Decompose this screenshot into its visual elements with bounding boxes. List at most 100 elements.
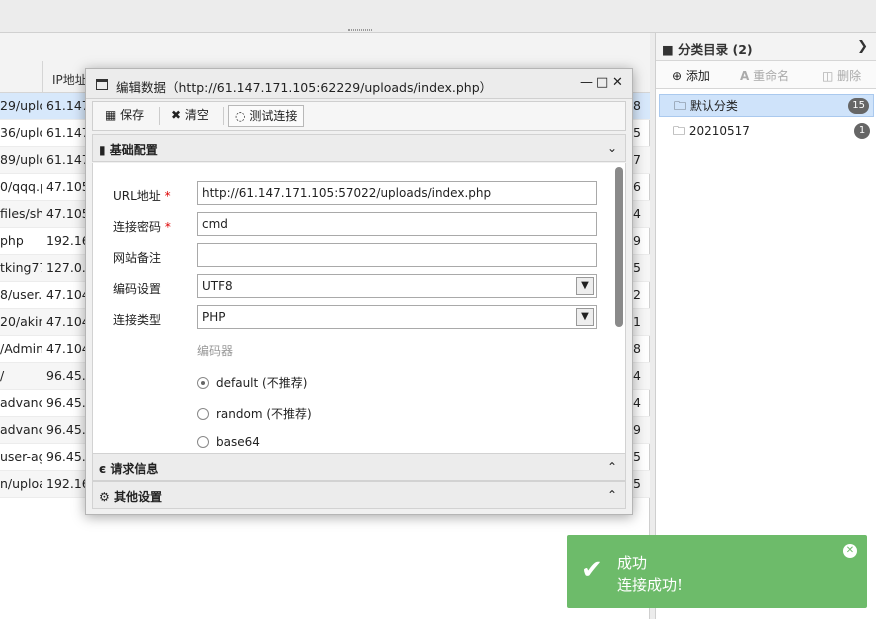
ip-cell: 96.45. bbox=[46, 395, 86, 410]
count-cell: 4 bbox=[633, 368, 641, 383]
window-icon bbox=[96, 79, 108, 90]
rename-label: 重命名 bbox=[753, 69, 790, 83]
folder-open-icon: 🗀 bbox=[674, 99, 687, 113]
column-divider[interactable] bbox=[42, 61, 43, 93]
url-cell: files/she bbox=[0, 206, 42, 221]
x-icon: ✖ bbox=[171, 108, 182, 122]
category-count-badge: 15 bbox=[848, 98, 869, 114]
maximize-icon[interactable]: □ bbox=[596, 75, 608, 90]
url-cell: advance bbox=[0, 395, 42, 410]
test-connection-button[interactable]: ◌ 测试连接 bbox=[228, 105, 305, 127]
count-cell: 9 bbox=[633, 422, 641, 437]
ip-cell: 96.45. bbox=[46, 449, 86, 464]
encoding-label: 编码设置 bbox=[113, 282, 162, 296]
encoder-option-random[interactable]: random (不推荐) bbox=[197, 405, 312, 422]
request-info-section-header[interactable]: є 请求信息 ⌃ bbox=[92, 453, 626, 481]
font-icon: A bbox=[740, 69, 750, 83]
url-cell: /Admini bbox=[0, 341, 42, 356]
add-label: 添加 bbox=[685, 69, 710, 83]
file-icon: ▮ bbox=[99, 143, 106, 157]
count-cell: 8 bbox=[633, 98, 641, 113]
collapse-arrow-icon[interactable]: ❯ bbox=[857, 39, 868, 54]
encoder-option-default[interactable]: default (不推荐) bbox=[197, 374, 307, 391]
basic-config-section-header[interactable]: ▮ 基础配置 ⌄ bbox=[92, 134, 626, 162]
category-header: ■ 分类目录 (2) ❯ bbox=[656, 33, 876, 61]
url-cell: 89/uplo bbox=[0, 152, 42, 167]
count-cell: 5 bbox=[633, 476, 641, 491]
encoder-option-label: random (不推荐) bbox=[216, 407, 312, 421]
encoder-option-label: default (不推荐) bbox=[216, 376, 308, 390]
save-button[interactable]: ▦ 保存 bbox=[99, 105, 150, 127]
radio-icon[interactable] bbox=[197, 408, 209, 420]
encoding-select[interactable]: UTF8 ▼ bbox=[197, 274, 597, 298]
other-settings-label: 其他设置 bbox=[113, 490, 162, 504]
url-cell: 20/akin bbox=[0, 314, 42, 329]
ip-cell: 96.45. bbox=[46, 368, 86, 383]
close-icon[interactable]: ✕ bbox=[612, 75, 623, 90]
spinner-icon: ◌ bbox=[235, 109, 246, 123]
success-toast: ✔ 成功 连接成功! ✕ bbox=[567, 535, 867, 608]
category-item-label: 默认分类 bbox=[689, 99, 738, 113]
minimize-icon[interactable]: — bbox=[580, 75, 593, 90]
checkmark-icon: ✔ bbox=[581, 555, 603, 585]
url-input[interactable]: http://61.147.171.105:57022/uploads/inde… bbox=[197, 181, 597, 205]
count-cell: 6 bbox=[633, 179, 641, 194]
connection-type-label: 连接类型 bbox=[113, 313, 162, 327]
connection-type-select[interactable]: PHP ▼ bbox=[197, 305, 597, 329]
count-cell: 9 bbox=[633, 233, 641, 248]
scrollbar-thumb[interactable] bbox=[615, 167, 623, 327]
password-input[interactable]: cmd bbox=[197, 212, 597, 236]
ie-icon: є bbox=[99, 462, 107, 476]
delete-category-button[interactable]: ◫ 删除 bbox=[822, 67, 861, 84]
url-cell: advance bbox=[0, 422, 42, 437]
ip-cell: 61.147 bbox=[46, 98, 90, 113]
toolbar-divider bbox=[159, 107, 160, 125]
category-toolbar: ⊕ 添加 A 重命名 ◫ 删除 bbox=[656, 61, 876, 89]
radio-selected-icon[interactable] bbox=[197, 377, 209, 389]
other-settings-section-header[interactable]: ⚙ 其他设置 ⌃ bbox=[92, 481, 626, 509]
url-cell: 36/uplo bbox=[0, 125, 42, 140]
floppy-icon: ▦ bbox=[105, 108, 117, 122]
password-label-text: 连接密码 bbox=[113, 220, 162, 234]
encoder-option-base64[interactable]: base64 bbox=[197, 435, 260, 449]
count-cell: 5 bbox=[633, 260, 641, 275]
test-label: 测试连接 bbox=[249, 109, 298, 123]
dialog-titlebar[interactable]: 编辑数据（http://61.147.171.105:62229/uploads… bbox=[86, 69, 632, 99]
category-item-20210517[interactable]: 🗀 20210517 1 bbox=[659, 120, 874, 143]
count-cell: 5 bbox=[633, 125, 641, 140]
request-info-label: 请求信息 bbox=[110, 462, 159, 476]
toolbar-divider bbox=[223, 107, 224, 125]
connection-type-value: PHP bbox=[202, 310, 226, 324]
clear-button[interactable]: ✖ 清空 bbox=[165, 105, 215, 127]
note-input[interactable] bbox=[197, 243, 597, 267]
ip-cell: 61.147 bbox=[46, 125, 90, 140]
count-cell: 4 bbox=[633, 206, 641, 221]
gears-icon: ⚙ bbox=[99, 490, 110, 504]
basic-config-body: URL地址 * http://61.147.171.105:57022/uplo… bbox=[92, 163, 626, 453]
required-mark: * bbox=[164, 220, 171, 234]
trash-icon: ◫ bbox=[822, 69, 834, 83]
encoder-option-label: base64 bbox=[216, 435, 260, 449]
add-category-button[interactable]: ⊕ 添加 bbox=[672, 67, 710, 84]
url-cell: php bbox=[0, 233, 24, 248]
chevron-up-icon: ⌃ bbox=[606, 488, 617, 502]
chevron-down-icon[interactable]: ▼ bbox=[576, 308, 594, 326]
category-item-default[interactable]: 🗀 默认分类 15 bbox=[659, 94, 874, 117]
ip-cell: 47.105 bbox=[46, 206, 90, 221]
url-cell: 8/user.p bbox=[0, 287, 42, 302]
ip-cell: 61.147 bbox=[46, 152, 90, 167]
resize-grip[interactable] bbox=[348, 29, 372, 31]
category-panel: ■ 分类目录 (2) ❯ ⊕ 添加 A 重命名 ◫ 删除 🗀 默认分类 15 🗀… bbox=[655, 33, 876, 619]
encoder-heading: 编码器 bbox=[197, 344, 234, 358]
url-cell: 29/uplo bbox=[0, 98, 42, 113]
rename-category-button[interactable]: A 重命名 bbox=[740, 67, 789, 84]
column-header-ip[interactable]: IP地址 bbox=[52, 71, 87, 88]
radio-icon[interactable] bbox=[197, 436, 209, 448]
chevron-down-icon[interactable]: ▼ bbox=[576, 277, 594, 295]
category-title-text: 分类目录 (2) bbox=[678, 42, 753, 57]
count-cell: 5 bbox=[633, 449, 641, 464]
ip-cell: 47.105 bbox=[46, 179, 90, 194]
close-icon[interactable]: ✕ bbox=[843, 544, 857, 558]
url-label-text: URL地址 bbox=[113, 189, 161, 203]
password-label: 连接密码 * bbox=[113, 218, 171, 235]
